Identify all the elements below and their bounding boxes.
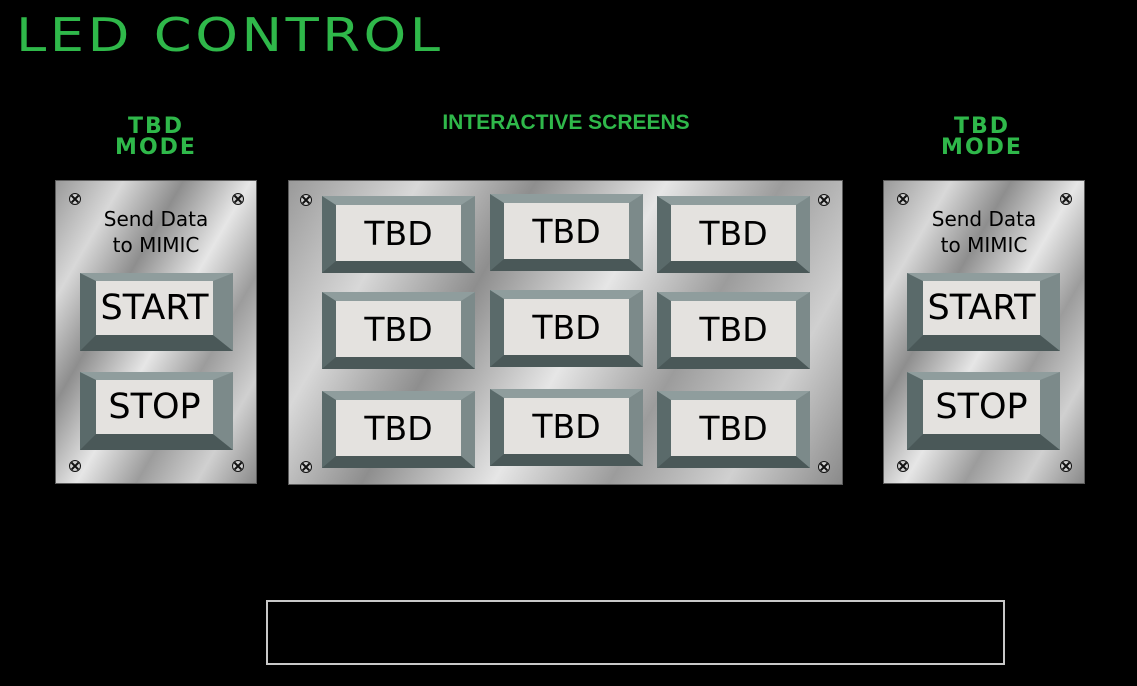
right-send-data-text: Send Data to MIMIC xyxy=(884,206,1084,258)
tbd-button-2[interactable]: TBD xyxy=(490,194,643,271)
left-send-data-text: Send Data to MIMIC xyxy=(56,206,256,258)
screw-icon xyxy=(232,460,244,472)
screw-icon xyxy=(1060,460,1072,472)
right-send-data-line1: Send Data xyxy=(931,207,1037,231)
right-stop-button[interactable]: STOP xyxy=(907,372,1060,450)
tbd-button-8[interactable]: TBD xyxy=(490,389,643,466)
screw-icon xyxy=(69,460,81,472)
tbd-button-6[interactable]: TBD xyxy=(657,292,810,369)
screw-icon xyxy=(897,193,909,205)
screw-icon xyxy=(300,461,312,473)
right-start-button[interactable]: START xyxy=(907,273,1060,351)
left-mode-label-line2: MODE xyxy=(115,134,197,160)
status-display-box xyxy=(266,600,1005,665)
screw-icon xyxy=(69,193,81,205)
right-mode-label-line2: MODE xyxy=(941,134,1023,160)
screw-icon xyxy=(897,460,909,472)
tbd-button-3[interactable]: TBD xyxy=(657,196,810,273)
right-send-data-line2: to MIMIC xyxy=(940,233,1028,257)
left-mode-label: TBD MODE xyxy=(56,116,256,160)
screw-icon xyxy=(232,193,244,205)
tbd-button-7[interactable]: TBD xyxy=(322,391,475,468)
right-control-panel: Send Data to MIMIC START STOP xyxy=(883,180,1085,484)
tbd-button-5[interactable]: TBD xyxy=(490,290,643,367)
screw-icon xyxy=(818,461,830,473)
right-mode-label: TBD MODE xyxy=(882,116,1082,160)
left-stop-button[interactable]: STOP xyxy=(80,372,233,450)
left-start-button[interactable]: START xyxy=(80,273,233,351)
screw-icon xyxy=(300,194,312,206)
page-title: LED CONTROL xyxy=(16,8,444,62)
screw-icon xyxy=(818,194,830,206)
interactive-screens-panel: TBD TBD TBD TBD TBD TBD TBD TBD TBD xyxy=(288,180,843,485)
tbd-button-1[interactable]: TBD xyxy=(322,196,475,273)
tbd-button-9[interactable]: TBD xyxy=(657,391,810,468)
tbd-button-4[interactable]: TBD xyxy=(322,292,475,369)
left-send-data-line2: to MIMIC xyxy=(112,233,200,257)
screw-icon xyxy=(1060,193,1072,205)
interactive-screens-label: INTERACTIVE SCREENS xyxy=(442,111,690,134)
left-control-panel: Send Data to MIMIC START STOP xyxy=(55,180,257,484)
left-send-data-line1: Send Data xyxy=(103,207,209,231)
